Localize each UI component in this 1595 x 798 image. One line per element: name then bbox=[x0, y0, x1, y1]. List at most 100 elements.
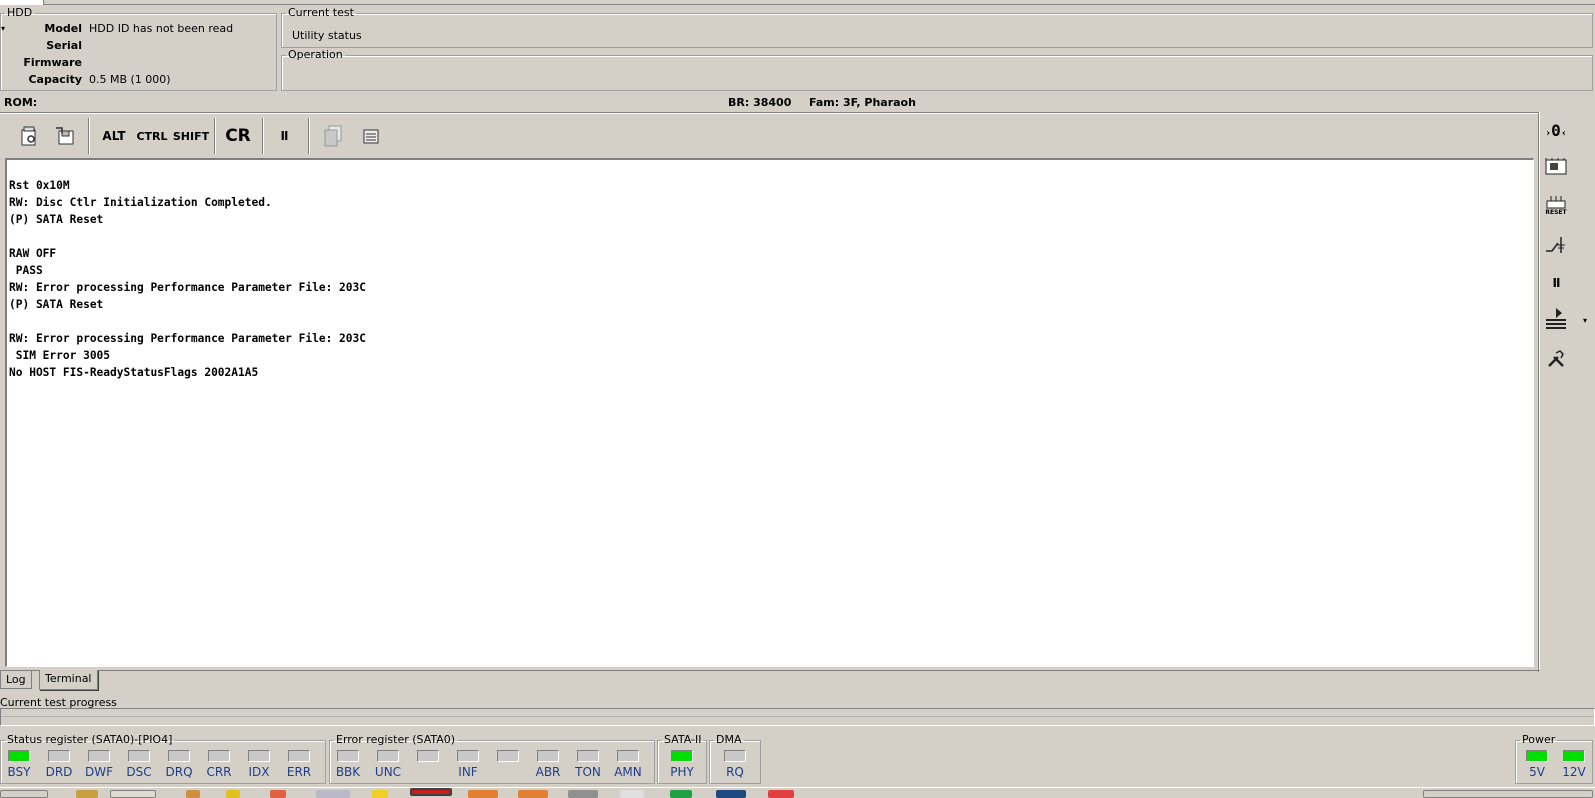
led-light bbox=[168, 750, 190, 762]
taskbar-app-icon[interactable] bbox=[226, 790, 240, 798]
progress-bar-divider bbox=[1, 716, 1594, 717]
led-light bbox=[537, 750, 559, 762]
current-test-group: Current test bbox=[281, 7, 1593, 48]
led-indicator: TON bbox=[569, 750, 607, 779]
led-light bbox=[1526, 750, 1548, 762]
led-light bbox=[337, 750, 359, 762]
alt-key-label: ALT bbox=[102, 129, 126, 143]
led-label: DRD bbox=[45, 765, 73, 779]
led-label: INF bbox=[458, 765, 478, 779]
terminal-text: Rst 0x10M RW: Disc Ctlr Initialization C… bbox=[9, 179, 366, 379]
led-light bbox=[288, 750, 310, 762]
taskbar-app-icon[interactable] bbox=[372, 790, 388, 798]
led-light bbox=[497, 750, 519, 762]
led-label: 12V bbox=[1562, 765, 1586, 779]
led-indicator: ERR bbox=[280, 750, 318, 779]
ctrl-key-label: CTRL bbox=[136, 129, 168, 143]
rom-label: ROM: bbox=[4, 96, 38, 109]
led-light bbox=[48, 750, 70, 762]
taskbar-app-icon[interactable] bbox=[186, 790, 200, 798]
led-light bbox=[208, 750, 230, 762]
led-light bbox=[457, 750, 479, 762]
led-label: AMN bbox=[614, 765, 642, 779]
led-label: DSC bbox=[126, 765, 152, 779]
hdd-firmware-label: Firmware bbox=[23, 56, 82, 69]
toolbar-separator-top bbox=[0, 112, 1540, 114]
load-config-icon bbox=[21, 126, 36, 146]
led-indicator: DRD bbox=[40, 750, 78, 779]
top-tab-strip bbox=[0, 0, 1595, 5]
led-label: DRQ bbox=[165, 765, 193, 779]
led-indicator: RQ bbox=[716, 750, 754, 779]
progress-bar bbox=[0, 708, 1595, 726]
led-light bbox=[128, 750, 150, 762]
taskbar-start-button[interactable] bbox=[0, 790, 48, 798]
taskbar-app-icon[interactable] bbox=[568, 790, 598, 798]
taskbar-app-icon[interactable] bbox=[468, 790, 498, 798]
save-config-icon bbox=[56, 127, 74, 145]
reset-button[interactable]: RESET bbox=[1540, 190, 1572, 220]
operation-label: Operation bbox=[288, 48, 343, 61]
pause-label: II bbox=[280, 129, 289, 143]
taskbar-app-icon[interactable] bbox=[768, 790, 794, 798]
toolbar-separator bbox=[214, 118, 216, 154]
sata2-label: SATA-II bbox=[664, 733, 702, 746]
taskbar-app-icon[interactable] bbox=[716, 790, 746, 798]
led-indicator: DWF bbox=[80, 750, 118, 779]
taskbar-app-icon[interactable] bbox=[270, 790, 286, 798]
copy-button[interactable] bbox=[318, 120, 348, 152]
led-light bbox=[577, 750, 599, 762]
run-script-icon bbox=[1546, 308, 1566, 329]
led-indicator: AMN bbox=[609, 750, 647, 779]
circuit-board-icon bbox=[1545, 158, 1567, 175]
hdd-model-label: Model bbox=[44, 22, 82, 35]
load-config-button[interactable] bbox=[14, 120, 44, 152]
led-light bbox=[1563, 750, 1585, 762]
run-script-button[interactable] bbox=[1540, 303, 1572, 333]
tools-button[interactable] bbox=[1540, 344, 1572, 374]
taskbar-explorer-icon[interactable] bbox=[110, 790, 156, 798]
baud-rate-label: BR: 38400 bbox=[728, 96, 792, 109]
taskbar-app-icon[interactable] bbox=[620, 790, 644, 798]
right-pause-button[interactable]: II bbox=[1540, 268, 1572, 298]
led-indicator: PHY bbox=[663, 750, 701, 779]
power-toggle-icon: ›0‹ bbox=[1545, 120, 1567, 140]
shift-key-button[interactable]: SHIFT bbox=[172, 120, 210, 152]
led-indicator bbox=[409, 750, 447, 765]
led-indicator: ABR bbox=[529, 750, 567, 779]
taskbar-app-icon[interactable] bbox=[410, 788, 452, 796]
save-config-button[interactable] bbox=[50, 120, 80, 152]
led-indicator: BBK bbox=[329, 750, 367, 779]
switch-icon bbox=[1546, 237, 1565, 253]
ctrl-key-button[interactable]: CTRL bbox=[134, 120, 170, 152]
terminal-output[interactable]: Rst 0x10M RW: Disc Ctlr Initialization C… bbox=[5, 158, 1534, 667]
led-label: CRR bbox=[206, 765, 232, 779]
power-toggle-button[interactable]: ›0‹ bbox=[1540, 115, 1572, 145]
taskbar-folder-icon[interactable] bbox=[76, 790, 98, 798]
board-button[interactable] bbox=[1540, 152, 1572, 182]
led-label: BBK bbox=[335, 765, 361, 779]
led-label: 5V bbox=[1529, 765, 1545, 779]
tab-terminal[interactable]: Terminal bbox=[39, 670, 98, 690]
error-register-label: Error register (SATA0) bbox=[336, 733, 456, 746]
led-label: PHY bbox=[670, 765, 694, 779]
taskbar-app-icon[interactable] bbox=[316, 790, 350, 798]
cr-key-button[interactable]: CR bbox=[222, 120, 254, 152]
led-indicator: CRR bbox=[200, 750, 238, 779]
led-label: TON bbox=[575, 765, 601, 779]
run-script-dropdown-icon[interactable]: ▾ bbox=[1583, 316, 1587, 325]
taskbar-app-icon[interactable] bbox=[670, 790, 692, 798]
led-light bbox=[617, 750, 639, 762]
led-label: RQ bbox=[726, 765, 744, 779]
status-register-label: Status register (SATA0)-[PIO4] bbox=[7, 733, 173, 746]
cr-key-label: CR bbox=[225, 126, 251, 146]
family-label: Fam: 3F, Pharaoh bbox=[809, 96, 916, 109]
connect-button[interactable] bbox=[1540, 230, 1572, 260]
alt-key-button[interactable]: ALT bbox=[96, 120, 132, 152]
pause-button[interactable]: II bbox=[270, 120, 298, 152]
print-button[interactable] bbox=[356, 120, 386, 152]
taskbar-app-icon[interactable] bbox=[518, 790, 548, 798]
tab-log[interactable]: Log bbox=[0, 671, 32, 689]
led-indicator: INF bbox=[449, 750, 487, 779]
led-label: ERR bbox=[286, 765, 312, 779]
